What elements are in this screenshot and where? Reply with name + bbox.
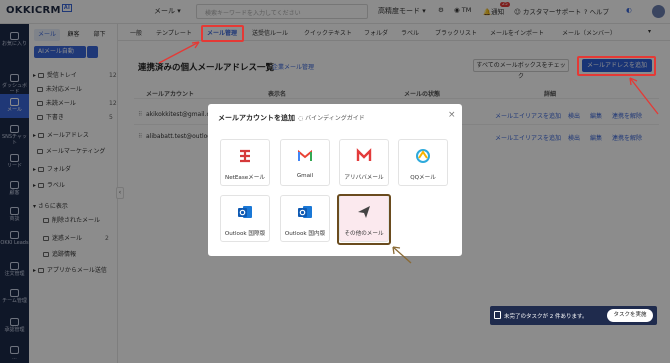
annotation-arrows [158,41,659,264]
